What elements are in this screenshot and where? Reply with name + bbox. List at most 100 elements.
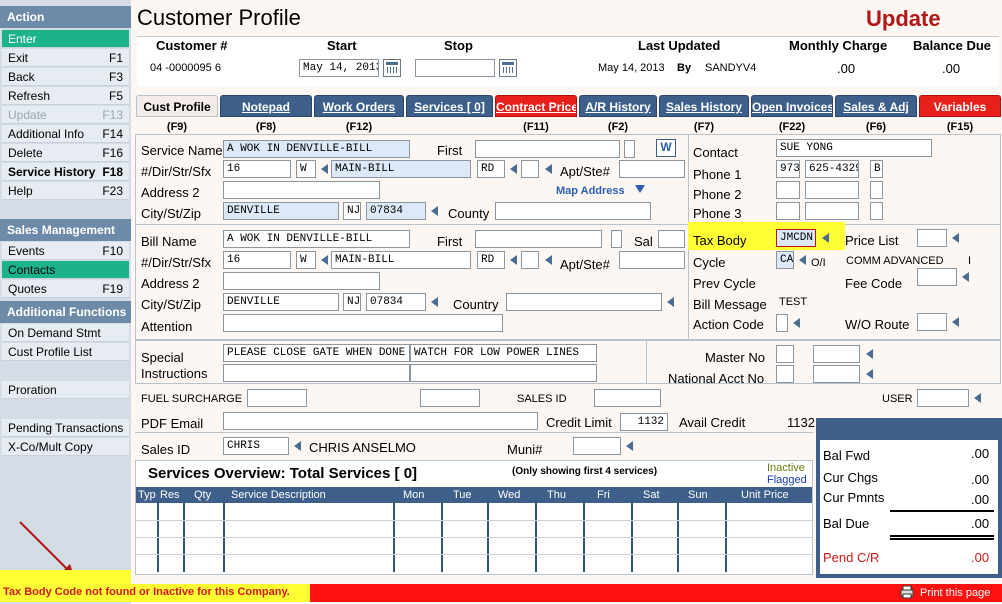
tax-body-lookup-icon[interactable] <box>822 233 829 243</box>
phone2-area-field[interactable] <box>776 181 800 199</box>
sidebar-item-events[interactable]: Events F10 <box>2 242 129 260</box>
sales-id-caps-field[interactable] <box>594 389 661 407</box>
tab-open-invoices[interactable]: Open Invoices <box>751 95 833 117</box>
bill-country-lookup-icon[interactable] <box>667 297 674 307</box>
phone1-type-field[interactable]: B <box>870 160 883 178</box>
bill-state-field[interactable]: NJ <box>343 293 361 311</box>
service-unit-field[interactable] <box>521 160 539 178</box>
bill-sal-field[interactable] <box>658 230 685 248</box>
bill-zip-lookup-icon[interactable] <box>431 297 438 307</box>
tab-contract-price[interactable]: Contract Price <box>495 95 577 117</box>
muni-field[interactable] <box>573 437 621 455</box>
bill-name-field[interactable]: A WOK IN DENVILLE-BILL <box>223 230 410 248</box>
bill-street-field[interactable]: MAIN-BILL <box>331 251 471 269</box>
special-line2a-field[interactable] <box>223 364 410 382</box>
sidebar-item-pending-transactions[interactable]: Pending Transactions <box>2 419 129 437</box>
service-dir-lookup-icon[interactable] <box>321 164 328 174</box>
service-street-field[interactable]: MAIN-BILL <box>331 160 471 178</box>
bill-sfx-lookup-icon[interactable] <box>510 255 517 265</box>
sidebar-item-exit[interactable]: Exit F1 <box>2 49 129 67</box>
tab-services[interactable]: Services [ 0] <box>406 95 493 117</box>
sidebar-item-update[interactable]: Update F13 <box>2 106 129 124</box>
phone2-number-field[interactable] <box>805 181 859 199</box>
bill-sfx-field[interactable]: RD <box>477 251 505 269</box>
tab-cust-profile[interactable]: Cust Profile <box>136 95 218 117</box>
tab-notepad[interactable]: Notepad <box>220 95 312 117</box>
national-acct-field[interactable] <box>813 365 860 383</box>
muni-lookup-icon[interactable] <box>626 441 633 451</box>
sidebar-item-help[interactable]: Help F23 <box>2 182 129 200</box>
service-name-check[interactable] <box>624 140 635 158</box>
bill-dir-lookup-icon[interactable] <box>321 255 328 265</box>
price-list-lookup-icon[interactable] <box>952 233 959 243</box>
stop-date-field[interactable] <box>415 59 495 77</box>
wo-route-lookup-icon[interactable] <box>952 317 959 327</box>
phone3-type-field[interactable] <box>870 202 883 220</box>
sidebar-item-enter[interactable]: Enter <box>2 30 129 48</box>
phone3-area-field[interactable] <box>776 202 800 220</box>
bill-apt-field[interactable] <box>619 251 685 269</box>
service-unit-lookup-icon[interactable] <box>545 164 552 174</box>
phone3-number-field[interactable] <box>805 202 859 220</box>
service-city-field[interactable]: DENVILLE <box>223 202 339 220</box>
service-num-field[interactable]: 16 <box>223 160 291 178</box>
sidebar-item-cust-profile-list[interactable]: Cust Profile List <box>2 343 129 361</box>
user-lookup-icon[interactable] <box>974 393 981 403</box>
sidebar-item-additional-info[interactable]: Additional Info F14 <box>2 125 129 143</box>
sidebar-item-contacts[interactable]: Contacts <box>2 261 129 279</box>
service-addr2-field[interactable] <box>223 181 380 199</box>
map-address-link[interactable]: Map Address <box>556 185 625 197</box>
bill-first-field[interactable] <box>475 230 602 248</box>
master-no-field[interactable] <box>813 345 860 363</box>
bill-country-field[interactable] <box>506 293 662 311</box>
word-doc-icon[interactable]: W <box>656 139 676 157</box>
service-first-field[interactable] <box>475 140 620 158</box>
service-zip-field[interactable]: 07834 <box>366 202 426 220</box>
user-field[interactable] <box>917 389 969 407</box>
special-line1b-field[interactable]: WATCH FOR LOW POWER LINES <box>410 344 597 362</box>
bill-dir-field[interactable]: W <box>296 251 316 269</box>
sidebar-item-refresh[interactable]: Refresh F5 <box>2 87 129 105</box>
credit-limit-field[interactable]: 1132 <box>620 413 668 431</box>
pdf-email-field[interactable] <box>223 412 538 430</box>
sidebar-item-xco-mult-copy[interactable]: X-Co/Mult Copy <box>2 438 129 456</box>
start-date-field[interactable]: May 14, 2013 <box>299 59 379 77</box>
master-no-lookup-icon[interactable] <box>866 349 873 359</box>
phone2-type-field[interactable] <box>870 181 883 199</box>
wo-route-field[interactable] <box>917 313 947 331</box>
bill-unit-lookup-icon[interactable] <box>545 255 552 265</box>
sidebar-item-proration[interactable]: Proration <box>2 381 129 399</box>
sidebar-item-on-demand-stmt[interactable]: On Demand Stmt <box>2 324 129 342</box>
print-page-link[interactable]: Print this page <box>920 587 990 599</box>
tab-work-orders[interactable]: Work Orders <box>314 95 404 117</box>
bill-addr2-field[interactable] <box>223 272 380 290</box>
special-line2b-field[interactable] <box>410 364 597 382</box>
sales-id-field[interactable]: CHRIS <box>223 437 289 455</box>
service-county-field[interactable] <box>495 202 651 220</box>
tab-ar-history[interactable]: A/R History <box>579 95 657 117</box>
service-state-field[interactable]: NJ <box>343 202 361 220</box>
tab-variables[interactable]: Variables <box>919 95 1001 117</box>
map-down-icon[interactable] <box>635 185 645 193</box>
fee-code-field[interactable] <box>917 268 957 286</box>
phone1-number-field[interactable]: 625-4329 <box>805 160 859 178</box>
fee-code-lookup-icon[interactable] <box>962 272 969 282</box>
sidebar-item-quotes[interactable]: Quotes F19 <box>2 280 129 298</box>
printer-icon[interactable] <box>900 585 914 599</box>
service-zip-lookup-icon[interactable] <box>431 206 438 216</box>
service-sfx-lookup-icon[interactable] <box>510 164 517 174</box>
bill-mi-field[interactable] <box>611 230 622 248</box>
bill-unit-field[interactable] <box>521 251 539 269</box>
attention-field[interactable] <box>223 314 503 332</box>
special-line1a-field[interactable]: PLEASE CLOSE GATE WHEN DONE <box>223 344 410 362</box>
sales-id-lookup-icon[interactable] <box>294 441 301 451</box>
bill-city-field[interactable]: DENVILLE <box>223 293 339 311</box>
sidebar-item-delete[interactable]: Delete F16 <box>2 144 129 162</box>
bill-num-field[interactable]: 16 <box>223 251 291 269</box>
sidebar-item-service-history[interactable]: Service History F18 <box>2 163 129 181</box>
tax-body-field[interactable]: JMCDN <box>776 229 816 247</box>
sidebar-item-back[interactable]: Back F3 <box>2 68 129 86</box>
contact-field[interactable]: SUE YONG <box>776 139 932 157</box>
fuel-surcharge-field[interactable] <box>247 389 307 407</box>
service-dir-field[interactable]: W <box>296 160 316 178</box>
